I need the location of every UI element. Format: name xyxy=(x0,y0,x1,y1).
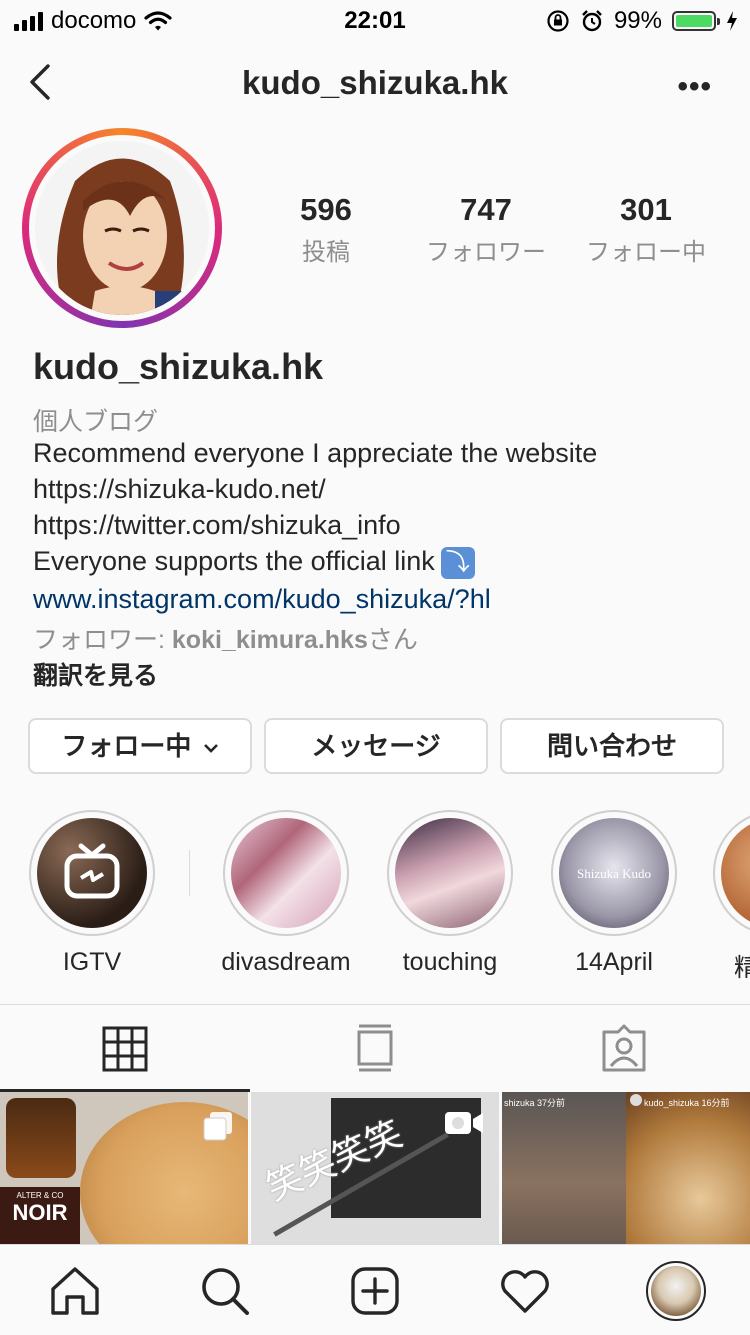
followed-by-prefix: フォロワー: xyxy=(33,626,172,654)
tile-brand: NOIR xyxy=(12,1200,68,1225)
followers-count: 747 xyxy=(460,192,512,227)
highlight-divasdream[interactable]: divasdream xyxy=(221,810,351,977)
highlight-overlay-text: Shizuka Kudo xyxy=(576,866,652,881)
website-link[interactable]: www.instagram.com/kudo_shizuka/?hl xyxy=(33,584,491,615)
highlight-label: IGTV xyxy=(62,948,122,976)
contact-button[interactable]: 問い合わせ xyxy=(500,718,724,774)
translate-link[interactable]: 翻訳を見る xyxy=(33,656,158,692)
chevron-down-icon xyxy=(203,744,218,753)
followed-by-suffix: さん xyxy=(367,626,418,654)
avatar-illustration xyxy=(35,141,209,315)
tab-grid[interactable] xyxy=(0,1005,250,1091)
stat-following[interactable]: 301 フォロー中 xyxy=(561,192,731,267)
status-right: 99% xyxy=(546,7,738,35)
tile-story-user: kudo_shizuka 16分前 xyxy=(644,1098,730,1108)
video-icon xyxy=(445,1112,483,1134)
posts-count: 596 xyxy=(300,192,352,227)
home-icon[interactable] xyxy=(45,1261,105,1321)
following-button-label: フォロー中 xyxy=(61,731,192,761)
grid-icon xyxy=(102,1026,148,1072)
charging-icon xyxy=(727,11,737,31)
highlight-igtv[interactable]: IGTV xyxy=(27,810,157,977)
bottom-nav xyxy=(0,1244,750,1335)
post-tile[interactable]: 笑笑笑笑 xyxy=(251,1092,499,1244)
stat-followers[interactable]: 747 フォロワー xyxy=(401,192,571,267)
status-bar: docomo 22:01 99% xyxy=(0,0,750,42)
tab-feed[interactable] xyxy=(250,1005,500,1091)
rotation-lock-icon xyxy=(547,10,569,32)
bio-line: https://shizuka-kudo.net/ xyxy=(33,474,326,504)
search-icon[interactable] xyxy=(195,1261,255,1321)
heart-icon[interactable] xyxy=(495,1261,555,1321)
message-button[interactable]: メッセージ xyxy=(264,718,488,774)
followers-label: フォロワー xyxy=(426,239,546,266)
highlight-touching[interactable]: touching xyxy=(385,810,515,977)
tile-brand-top: ALTER & CO xyxy=(16,1191,64,1200)
profile-name: kudo_shizuka.hk xyxy=(33,346,324,387)
tile-story-user: shizuka 37分前 xyxy=(504,1098,566,1108)
more-options-button[interactable]: ••• xyxy=(677,70,712,104)
highlight-partial[interactable]: 精 xyxy=(713,810,750,984)
alarm-icon xyxy=(582,10,602,32)
following-count: 301 xyxy=(620,192,672,227)
profile-category: 個人ブログ xyxy=(33,408,159,436)
bio-line: https://twitter.com/shizuka_info xyxy=(33,510,401,540)
highlight-14april[interactable]: Shizuka Kudo 14April xyxy=(549,810,679,977)
post-tile[interactable]: shizuka 37分前 kudo_shizuka 16分前 xyxy=(502,1092,750,1244)
followed-by-user: koki_kimura.hks xyxy=(171,626,368,654)
highlight-divider xyxy=(189,850,190,896)
stat-posts[interactable]: 596 投稿 xyxy=(241,192,411,267)
followed-by[interactable]: フォロワー: koki_kimura.hksさん xyxy=(33,620,418,656)
arrow-down-emoji-icon: ⤵ xyxy=(440,546,475,579)
highlight-label: 14April xyxy=(575,948,653,976)
profile-avatar[interactable] xyxy=(22,128,222,328)
multiple-photos-icon xyxy=(203,1112,232,1141)
nav-title: kudo_shizuka.hk xyxy=(242,64,508,101)
battery-icon xyxy=(672,11,720,31)
tab-tagged[interactable] xyxy=(500,1005,750,1091)
tagged-person-icon xyxy=(602,1024,646,1072)
bio-line: Recommend everyone I appreciate the webs… xyxy=(33,438,598,468)
post-tile[interactable]: ALTER & CO NOIR xyxy=(0,1092,248,1244)
following-button[interactable]: フォロー中 xyxy=(28,718,252,774)
posts-label: 投稿 xyxy=(302,239,350,266)
profile-tab-avatar[interactable] xyxy=(646,1261,706,1321)
battery-percent: 99% xyxy=(613,7,662,34)
new-post-icon[interactable] xyxy=(345,1261,405,1321)
bio-line-with-emoji: Everyone supports the official link ⤵ xyxy=(33,546,475,579)
bio-line: Everyone supports the official link xyxy=(33,546,435,576)
igtv-icon xyxy=(64,843,120,899)
feed-icon xyxy=(357,1024,393,1072)
highlight-label: 精 xyxy=(734,954,750,982)
highlight-label: divasdream xyxy=(221,948,351,976)
highlight-label: touching xyxy=(402,948,498,976)
following-label: フォロー中 xyxy=(586,239,706,266)
